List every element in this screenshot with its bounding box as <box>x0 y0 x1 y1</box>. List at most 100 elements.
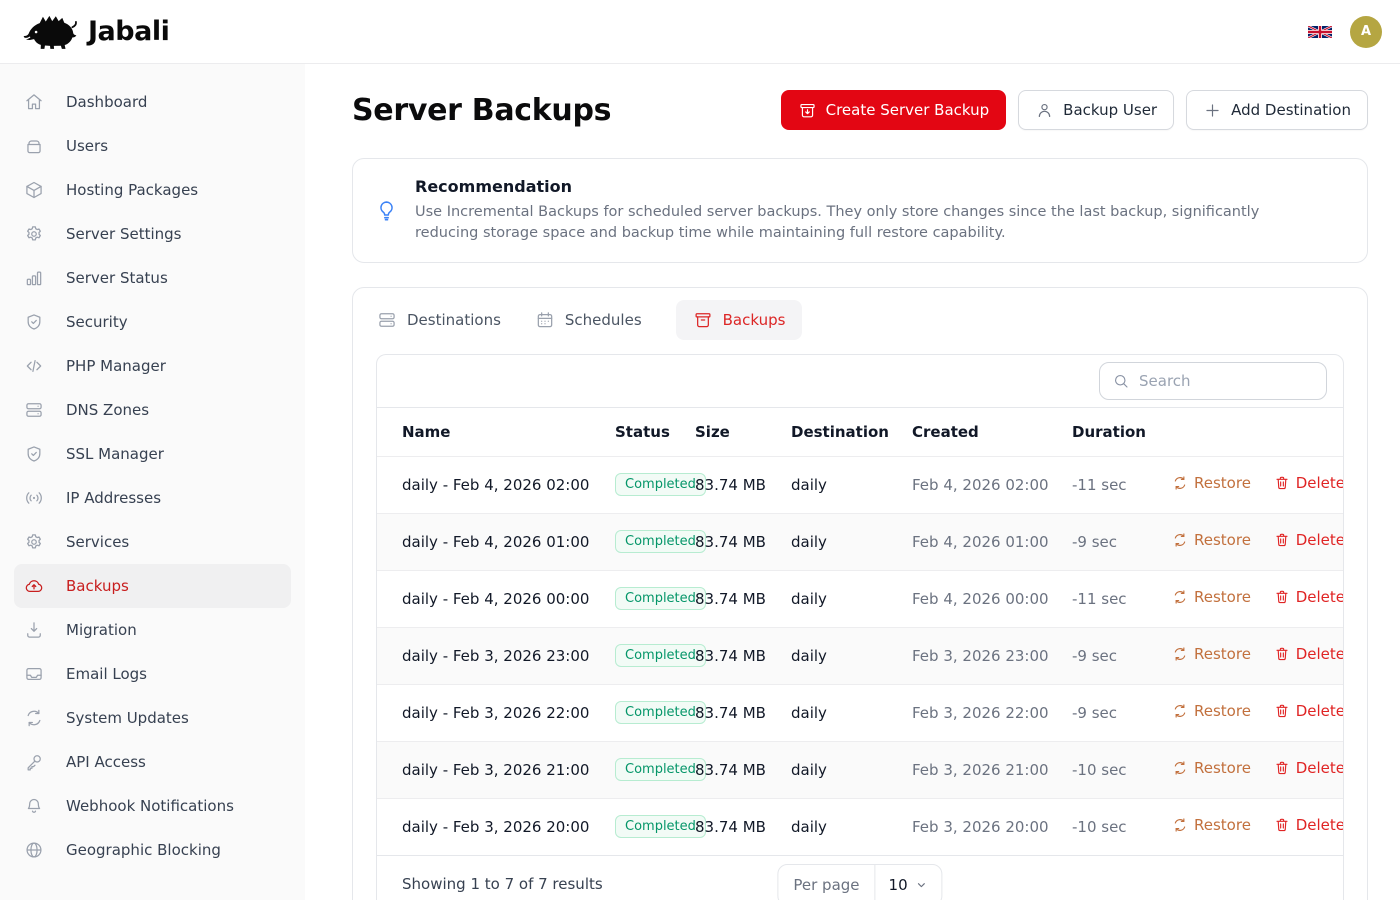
archive-box-icon <box>693 310 713 330</box>
sidebar-item-geographic-blocking[interactable]: Geographic Blocking <box>0 828 305 872</box>
restore-button[interactable]: Restore <box>1172 474 1251 492</box>
sidebar-item-services[interactable]: Services <box>0 520 305 564</box>
sidebar-item-dns-zones[interactable]: DNS Zones <box>0 388 305 432</box>
trash-icon <box>1274 760 1290 776</box>
home-icon <box>24 92 44 112</box>
status-badge: Completed <box>615 815 706 838</box>
sidebar-item-users[interactable]: Users <box>0 124 305 168</box>
sidebar-item-ssl-manager[interactable]: SSL Manager <box>0 432 305 476</box>
bar-chart-icon <box>24 268 44 288</box>
gear-icon <box>24 532 44 552</box>
status-badge: Completed <box>615 644 706 667</box>
restore-icon <box>1172 817 1188 833</box>
backups-table: NameStatusSizeDestinationCreatedDuration… <box>377 408 1343 855</box>
delete-button[interactable]: Delete <box>1274 531 1344 549</box>
status-badge: Completed <box>615 473 706 496</box>
cloud-upload-icon <box>24 576 44 596</box>
per-page-select[interactable]: 10 <box>875 865 942 900</box>
table-body: daily - Feb 4, 2026 02:00 Completed 83.7… <box>377 456 1343 855</box>
sidebar: Dashboard Users Hosting Packages Server … <box>0 64 305 900</box>
sidebar-item-api-access[interactable]: API Access <box>0 740 305 784</box>
bell-icon <box>24 796 44 816</box>
chevron-down-icon <box>915 878 929 892</box>
table-row: daily - Feb 3, 2026 21:00 Completed 83.7… <box>377 741 1343 798</box>
results-summary: Showing 1 to 7 of 7 results <box>402 875 603 893</box>
tab-schedules[interactable]: Schedules <box>535 300 642 340</box>
status-badge: Completed <box>615 587 706 610</box>
sidebar-item-webhook-notifications[interactable]: Webhook Notifications <box>0 784 305 828</box>
language-flag-uk-icon[interactable] <box>1308 24 1332 40</box>
sidebar-item-server-status[interactable]: Server Status <box>0 256 305 300</box>
backups-table-container: NameStatusSizeDestinationCreatedDuration… <box>376 354 1344 900</box>
search-icon <box>1112 372 1130 390</box>
user-icon <box>1035 101 1054 120</box>
restore-button[interactable]: Restore <box>1172 702 1251 720</box>
backup-user-button[interactable]: Backup User <box>1018 90 1174 130</box>
code-icon <box>24 356 44 376</box>
refresh-icon <box>24 708 44 728</box>
tab-destinations[interactable]: Destinations <box>377 300 501 340</box>
restore-icon <box>1172 532 1188 548</box>
restore-button[interactable]: Restore <box>1172 816 1251 834</box>
delete-button[interactable]: Delete <box>1274 588 1344 606</box>
trash-icon <box>1274 817 1290 833</box>
create-server-backup-button[interactable]: Create Server Backup <box>781 90 1007 130</box>
restore-button[interactable]: Restore <box>1172 531 1251 549</box>
key-icon <box>24 752 44 772</box>
sidebar-item-hosting-packages[interactable]: Hosting Packages <box>0 168 305 212</box>
column-header-status: Status <box>615 408 695 456</box>
archive-down-icon <box>798 101 817 120</box>
restore-button[interactable]: Restore <box>1172 588 1251 606</box>
per-page-control: Per page 10 <box>777 864 942 900</box>
tab-bar: Destinations Schedules Backups <box>353 288 1367 352</box>
sidebar-item-security[interactable]: Security <box>0 300 305 344</box>
column-header-name: Name <box>377 408 615 456</box>
restore-icon <box>1172 646 1188 662</box>
sidebar-item-php-manager[interactable]: PHP Manager <box>0 344 305 388</box>
column-header-size: Size <box>695 408 791 456</box>
boar-logo-icon <box>22 12 80 52</box>
tab-backups[interactable]: Backups <box>676 300 803 340</box>
server-stack-icon <box>377 310 397 330</box>
sidebar-item-system-updates[interactable]: System Updates <box>0 696 305 740</box>
sidebar-item-dashboard[interactable]: Dashboard <box>0 80 305 124</box>
main-content: Server Backups Create Server Backup Back… <box>305 64 1400 900</box>
trash-icon <box>1274 475 1290 491</box>
delete-button[interactable]: Delete <box>1274 645 1344 663</box>
search-input[interactable] <box>1139 372 1333 390</box>
pagination-bar: Showing 1 to 7 of 7 results Per page 10 <box>377 855 1343 900</box>
column-header-duration: Duration <box>1072 408 1172 456</box>
sidebar-item-ip-addresses[interactable]: IP Addresses <box>0 476 305 520</box>
restore-button[interactable]: Restore <box>1172 645 1251 663</box>
delete-button[interactable]: Delete <box>1274 474 1344 492</box>
shield-check-icon <box>24 444 44 464</box>
sidebar-item-migration[interactable]: Migration <box>0 608 305 652</box>
sidebar-item-email-logs[interactable]: Email Logs <box>0 652 305 696</box>
inbox-icon <box>24 664 44 684</box>
status-badge: Completed <box>615 701 706 724</box>
recommendation-card: Recommendation Use Incremental Backups f… <box>352 158 1368 263</box>
broadcast-icon <box>24 488 44 508</box>
user-avatar[interactable]: A <box>1350 16 1382 48</box>
column-header-created: Created <box>912 408 1072 456</box>
delete-button[interactable]: Delete <box>1274 759 1344 777</box>
restore-icon <box>1172 589 1188 605</box>
globe-icon <box>24 840 44 860</box>
package-icon <box>24 180 44 200</box>
trash-icon <box>1274 703 1290 719</box>
page-actions: Create Server Backup Backup User Add Des… <box>781 90 1368 130</box>
download-tray-icon <box>24 620 44 640</box>
delete-button[interactable]: Delete <box>1274 816 1344 834</box>
page-title: Server Backups <box>352 93 611 128</box>
sidebar-item-server-settings[interactable]: Server Settings <box>0 212 305 256</box>
delete-button[interactable]: Delete <box>1274 702 1344 720</box>
table-row: daily - Feb 3, 2026 23:00 Completed 83.7… <box>377 627 1343 684</box>
add-destination-button[interactable]: Add Destination <box>1186 90 1368 130</box>
users-box-icon <box>24 136 44 156</box>
server-stack-icon <box>24 400 44 420</box>
trash-icon <box>1274 646 1290 662</box>
restore-button[interactable]: Restore <box>1172 759 1251 777</box>
sidebar-item-backups[interactable]: Backups <box>14 564 291 608</box>
top-header: Jabali A <box>0 0 1400 64</box>
table-row: daily - Feb 3, 2026 20:00 Completed 83.7… <box>377 798 1343 855</box>
